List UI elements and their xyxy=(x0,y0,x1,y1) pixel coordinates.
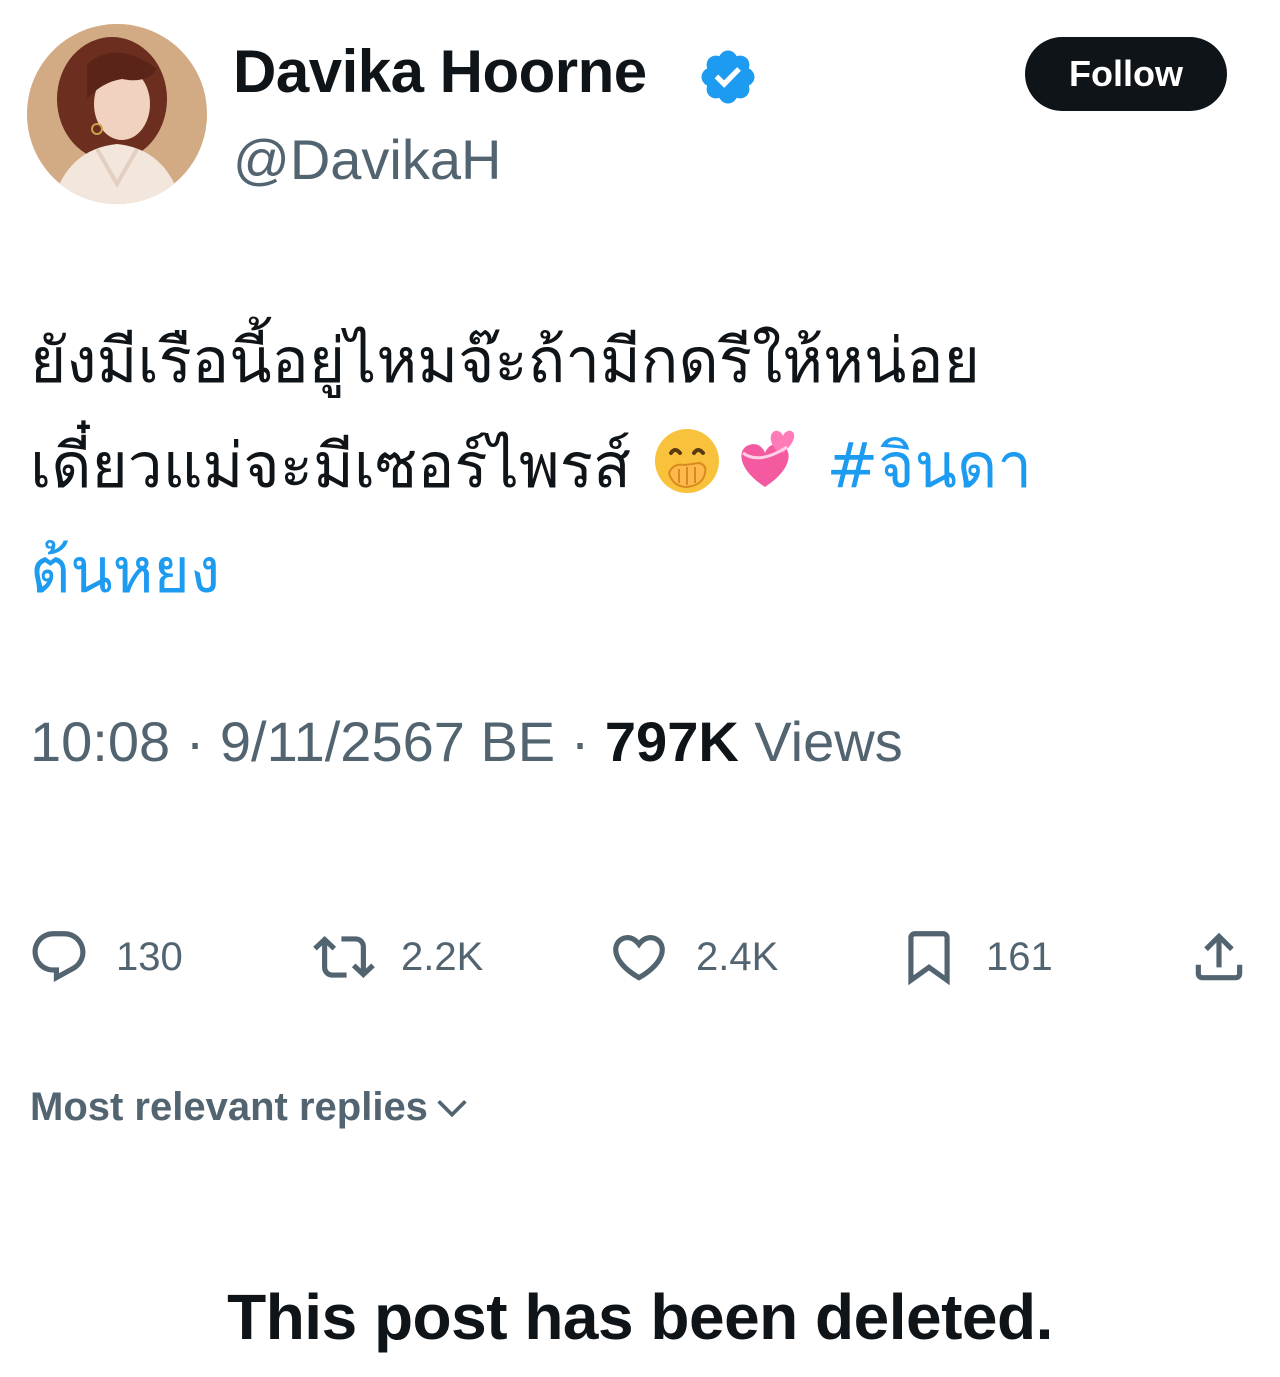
chevron-down-icon xyxy=(437,1099,467,1117)
views-count: 797K xyxy=(604,710,739,773)
avatar-image xyxy=(27,24,207,204)
tweet-time[interactable]: 10:08 xyxy=(30,710,170,773)
two-hearts-icon xyxy=(741,430,794,487)
tweet-line-1: ยังมีเรือนี้อยู่ไหมจ๊ะถ้ามีกดรีให้หน่อย xyxy=(30,324,980,397)
share-icon xyxy=(1195,932,1243,981)
heart-icon xyxy=(613,935,665,981)
meta-separator: · xyxy=(555,710,605,773)
tweet-meta: 10:08 · 9/11/2567 BE · 797K Views xyxy=(30,708,903,775)
bookmark-count: 161 xyxy=(986,934,1053,979)
reply-count: 130 xyxy=(116,934,183,979)
repost-button[interactable]: 2.2K xyxy=(313,922,483,992)
reply-icon xyxy=(32,931,86,983)
repost-count: 2.2K xyxy=(401,934,484,979)
tweet-text: ยังมีเรือนี้อยู่ไหมจ๊ะถ้ามีกดรีให้หน่อย … xyxy=(30,308,1250,623)
avatar[interactable] xyxy=(27,24,207,204)
repost-icon xyxy=(313,936,375,978)
display-name[interactable]: Davika Hoorne xyxy=(233,36,647,108)
bookmark-icon xyxy=(908,931,950,986)
verified-badge-icon[interactable] xyxy=(697,46,759,108)
deleted-post-notice: This post has been deleted. xyxy=(227,1281,1053,1353)
replies-sort-label: Most relevant replies xyxy=(30,1085,428,1129)
tweet-line-2-text: เดี๋ยวแม่จะมีเซอร์ไพรส์ xyxy=(30,429,631,502)
share-button[interactable] xyxy=(1188,922,1250,992)
follow-button[interactable]: Follow xyxy=(1025,37,1227,111)
bookmark-button[interactable]: 161 xyxy=(898,922,1053,992)
reply-button[interactable]: 130 xyxy=(28,922,183,992)
views-label: Views xyxy=(738,710,903,773)
like-button[interactable]: 2.4K xyxy=(608,922,778,992)
meta-separator: · xyxy=(170,710,220,773)
replies-sort-dropdown[interactable]: Most relevant replies xyxy=(30,1085,472,1130)
like-count: 2.4K xyxy=(696,934,779,979)
hashtag-link-continuation[interactable]: ต้นหยง xyxy=(30,518,1250,623)
tweet-line-2: เดี๋ยวแม่จะมีเซอร์ไพรส์ #จินดา xyxy=(30,413,1250,518)
tweet-date[interactable]: 9/11/2567 BE xyxy=(220,710,555,773)
face-with-hand-over-mouth-icon xyxy=(654,429,719,493)
hashtag-link[interactable]: #จินดา xyxy=(826,429,1032,502)
user-handle[interactable]: @DavikaH xyxy=(233,126,501,193)
